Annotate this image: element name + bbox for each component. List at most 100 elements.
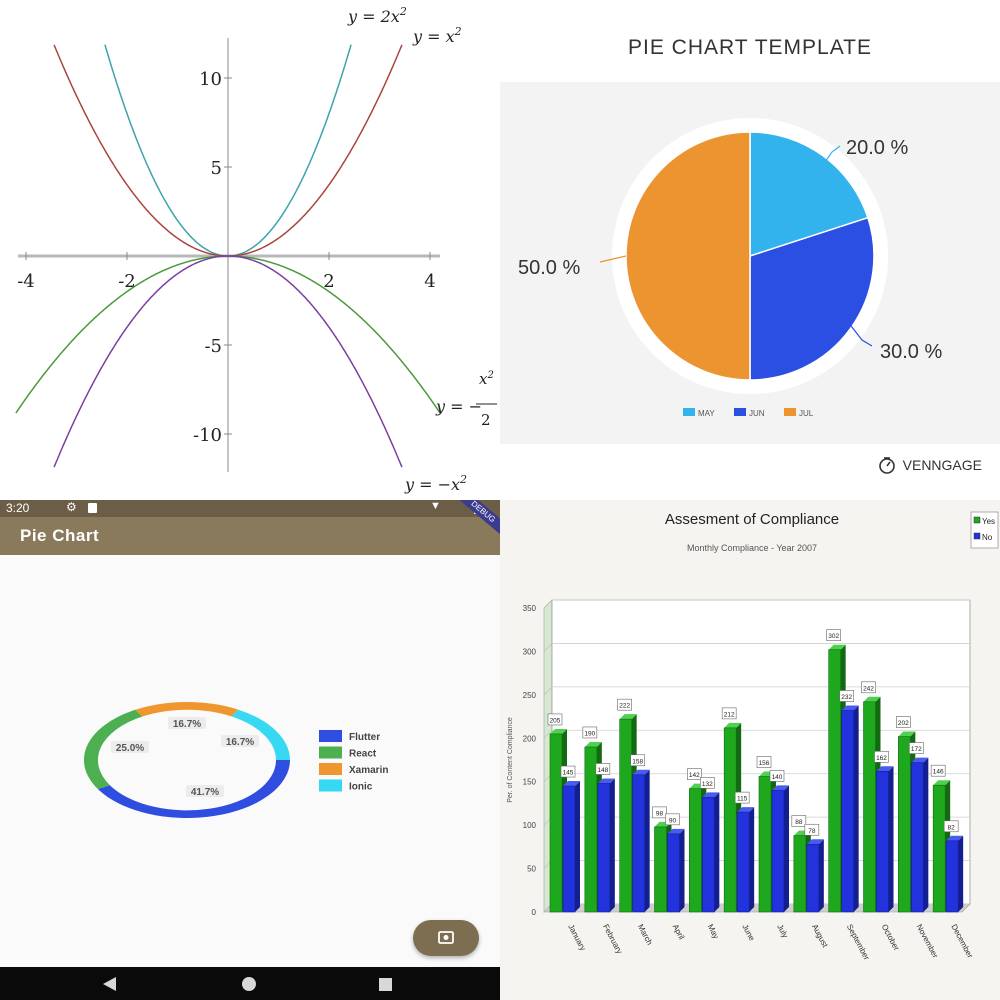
x-tick-label: 4 xyxy=(424,271,435,292)
camera-fab-button[interactable] xyxy=(413,920,479,956)
bar-yes xyxy=(654,826,667,913)
bar-yes xyxy=(863,701,876,913)
bar-yes xyxy=(828,649,841,913)
y-tick-label: 10 xyxy=(199,69,222,90)
data-label-no: 232 xyxy=(841,694,852,701)
data-label-yes: 142 xyxy=(689,772,700,779)
legend-swatch-may xyxy=(683,408,695,416)
bar-no xyxy=(702,797,715,913)
pie-template-panel: PIE CHART TEMPLATE 20.0 % 30.0 % 50.0 % MAY… xyxy=(500,0,1000,500)
data-label-no: 162 xyxy=(876,755,887,762)
bar-yes xyxy=(584,746,598,913)
legend-swatch-yes xyxy=(973,516,981,524)
data-label-yes: 302 xyxy=(828,633,839,640)
parabola-plot: -4 -2 2 4105-5-10y = 2x2y = x2y = −x2y = −x… xyxy=(15,5,497,494)
bar-yes xyxy=(723,727,737,913)
bar-side-no xyxy=(888,766,894,912)
x-tick-label: December xyxy=(949,923,974,960)
donut-slice-xamarin xyxy=(135,701,239,717)
y-tick-label: 50 xyxy=(527,865,536,874)
data-label-jun: 30.0 % xyxy=(880,341,942,363)
data-label-no: 140 xyxy=(772,774,783,781)
legend-swatch-jul xyxy=(784,408,796,416)
bar-yes xyxy=(898,736,911,913)
x-tick-label: April xyxy=(671,923,687,942)
y-tick-label: -5 xyxy=(204,336,222,357)
venngage-wordmark: VENNGAGE xyxy=(902,457,982,473)
bar-no xyxy=(806,843,820,913)
bar-side-no xyxy=(784,785,789,912)
data-label-yes: 156 xyxy=(759,760,770,767)
data-label-may: 20.0 % xyxy=(846,137,908,159)
phone-screen: 3:20 ⚙ ▼ Pie Chart DEBUG 41.7% 25.0% 16.7%… xyxy=(0,500,500,1000)
data-label-yes: 222 xyxy=(619,703,630,710)
data-label-flutter: 41.7% xyxy=(191,787,219,798)
legend-label-xamarin: Xamarin xyxy=(349,765,388,776)
bar-side-no xyxy=(609,778,615,912)
donut-slice-ionic xyxy=(231,709,291,760)
y-tick-label: 300 xyxy=(523,647,537,656)
x-tick-label: June xyxy=(740,923,756,943)
y-tick-label: 0 xyxy=(532,908,537,917)
data-label-react: 25.0% xyxy=(116,743,144,754)
x-tick-label: February xyxy=(601,923,624,955)
camera-icon xyxy=(438,931,454,944)
compliance-panel: Assesment of Compliance Monthly Complianc… xyxy=(500,500,1000,1000)
data-label-xamarin: 16.7% xyxy=(173,719,201,730)
bar-no xyxy=(911,762,924,913)
data-label-yes: 205 xyxy=(550,717,561,724)
chart-title: Assesment of Compliance xyxy=(665,511,839,528)
bar-no xyxy=(945,840,959,913)
x-tick-label: August xyxy=(810,923,830,950)
android-nav-bar xyxy=(0,967,500,1000)
recents-nav-button[interactable] xyxy=(379,978,392,991)
y-tick-label: 200 xyxy=(523,734,537,743)
legend-swatch-jun xyxy=(734,408,746,416)
bar-yes xyxy=(758,776,772,913)
data-label-jul: 50.0 % xyxy=(518,257,580,279)
data-label-no: 82 xyxy=(948,824,956,831)
data-label-no: 172 xyxy=(911,746,922,753)
bar-side-no xyxy=(575,781,580,912)
data-label-no: 132 xyxy=(702,781,713,788)
x-tick-label: -4 xyxy=(17,271,35,292)
legend-label-yes: Yes xyxy=(982,517,995,526)
legend-label-jul: JUL xyxy=(799,409,814,418)
data-label-yes: 98 xyxy=(656,810,664,817)
x-tick-label: May xyxy=(706,923,721,941)
bar-side-no xyxy=(818,839,824,912)
series-label-1: y = x2 xyxy=(412,25,462,46)
data-label-yes: 88 xyxy=(795,819,803,826)
y-tick-label: -10 xyxy=(193,425,222,446)
data-label-no: 90 xyxy=(669,817,677,824)
bar-no xyxy=(667,833,680,913)
data-label-ionic: 16.7% xyxy=(226,737,254,748)
bar-no xyxy=(736,811,750,913)
x-tick-label: July xyxy=(775,923,790,940)
x-tick-label: January xyxy=(566,923,587,952)
parabola-plot-panel: -4 -2 2 4 10 5 -5 -10 y = 2x2 y = x2 y = −x2 y = − x… xyxy=(0,0,500,500)
data-label-no: 78 xyxy=(808,828,816,835)
bar-side-no xyxy=(923,757,929,912)
back-nav-button[interactable] xyxy=(103,977,116,991)
data-label-yes: 242 xyxy=(863,685,874,692)
data-label-yes: 146 xyxy=(933,769,944,776)
bar-side-no xyxy=(853,705,859,912)
bar-yes xyxy=(549,733,563,913)
legend-label-react: React xyxy=(349,749,377,760)
bar-no xyxy=(632,774,645,913)
legend-label-flutter: Flutter xyxy=(349,732,380,743)
data-label-no: 115 xyxy=(737,796,748,803)
bar-no xyxy=(771,790,785,913)
legend-label-jun: JUN xyxy=(749,409,765,418)
legend-swatch-react xyxy=(319,746,342,759)
chart-subtitle: Monthly Compliance - Year 2007 xyxy=(687,543,817,553)
legend-swatch-ionic xyxy=(319,779,342,792)
bar-side-no xyxy=(679,828,685,912)
bar-no xyxy=(841,710,854,913)
y-tick-label: 350 xyxy=(523,604,537,613)
bar-side-no xyxy=(958,835,964,912)
series-label-3: y = −x2 xyxy=(404,473,467,494)
home-nav-button[interactable] xyxy=(242,977,256,991)
data-label-no: 158 xyxy=(632,758,643,765)
